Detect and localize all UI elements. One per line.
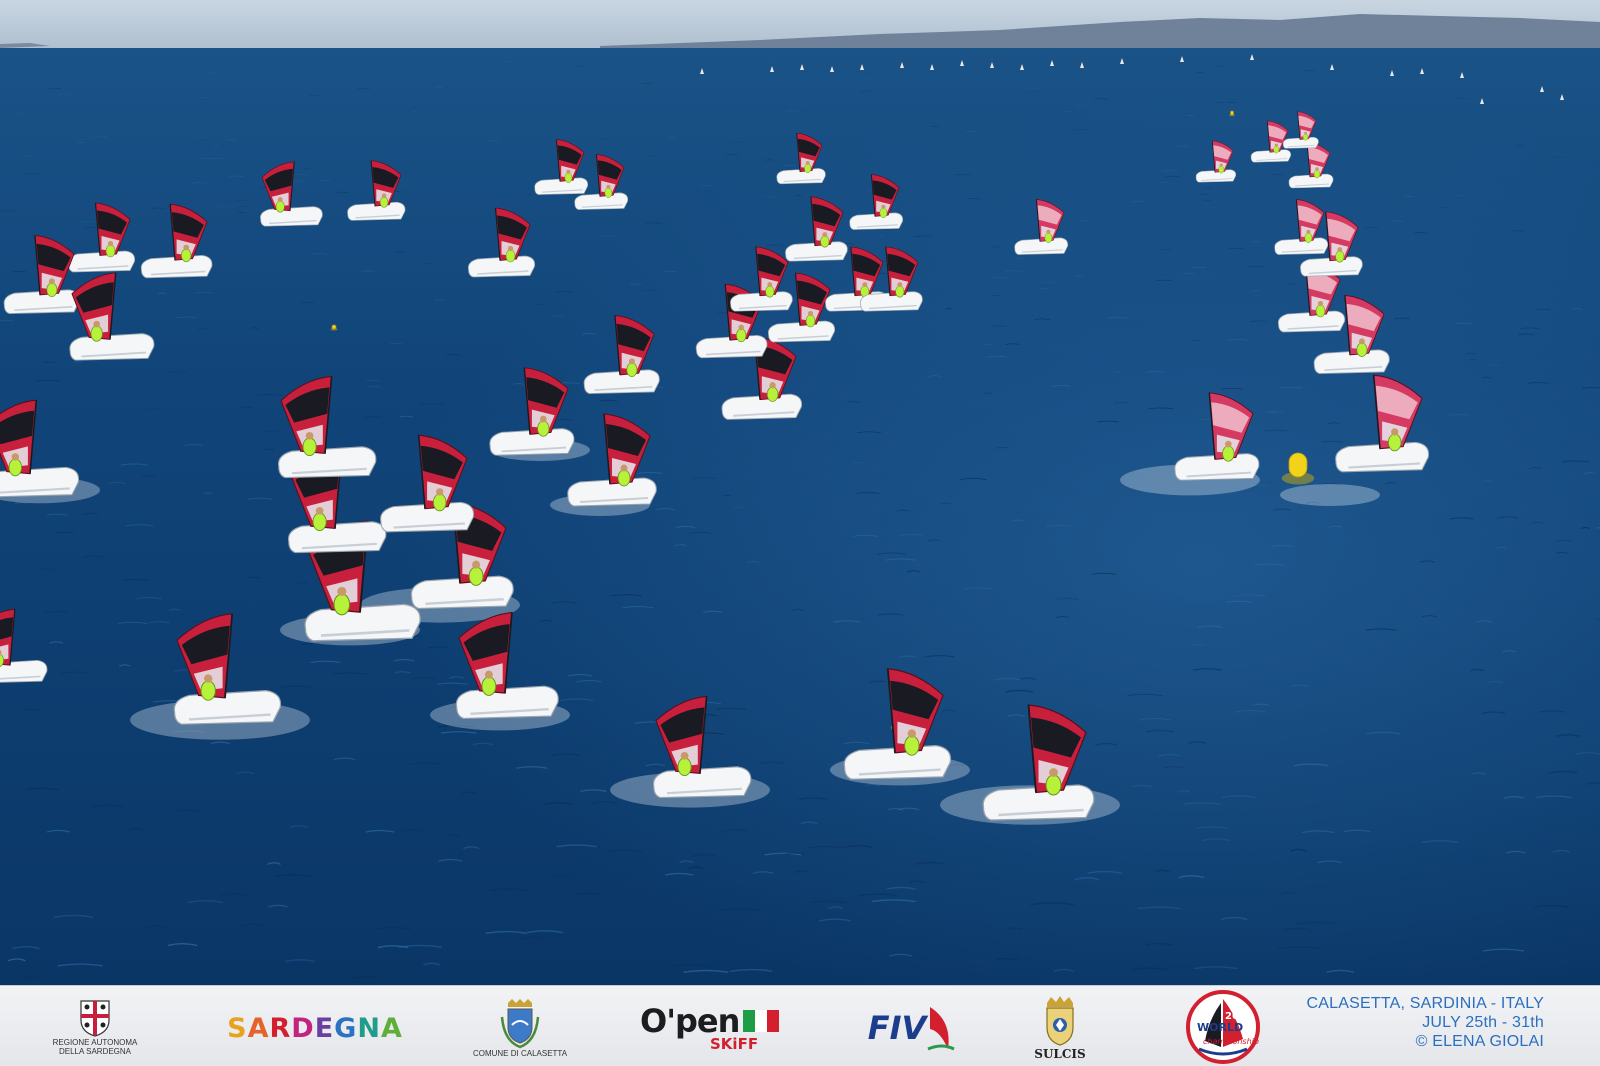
sailor bbox=[505, 249, 516, 263]
photo-frame: REGIONE AUTONOMA DELLA SARDEGNA SARDEGNA… bbox=[0, 0, 1600, 1066]
sailor bbox=[1222, 445, 1235, 462]
sailor bbox=[895, 285, 905, 298]
fiv-wordmark: FIV bbox=[867, 1009, 927, 1047]
sailor bbox=[432, 493, 447, 512]
sailor bbox=[181, 248, 192, 263]
italian-flag-icon bbox=[743, 1010, 780, 1032]
sailor bbox=[537, 420, 550, 437]
sailor bbox=[736, 328, 747, 343]
wake-foam bbox=[1280, 484, 1380, 506]
sailor bbox=[904, 735, 920, 756]
coat-of-arms-icon bbox=[80, 1000, 110, 1037]
sailor bbox=[604, 187, 613, 198]
sailor bbox=[617, 469, 631, 487]
sailor bbox=[1335, 250, 1345, 263]
sardegna-wordmark: SARDEGNA bbox=[227, 1013, 403, 1044]
sailor bbox=[1303, 133, 1309, 141]
sailor bbox=[1304, 232, 1313, 243]
sailor bbox=[481, 676, 497, 696]
sailor bbox=[564, 172, 573, 183]
open-skiff-logo: O'pen SKiFF bbox=[640, 1000, 790, 1056]
sailor bbox=[766, 386, 779, 402]
sardegna-letter: G bbox=[334, 1012, 358, 1044]
sailor bbox=[8, 458, 23, 477]
championship-badge-icon: WORLD 2026 championship bbox=[1186, 990, 1260, 1064]
sailor bbox=[879, 207, 888, 218]
sailor bbox=[468, 566, 484, 586]
sardegna-letter: A bbox=[380, 1012, 403, 1044]
sailor bbox=[1273, 145, 1280, 154]
municipal-crest-icon bbox=[500, 998, 540, 1048]
comune-label: COMUNE DI CALASETTA bbox=[472, 1048, 568, 1058]
photo-credit: © ELENA GIOLAI bbox=[1415, 1033, 1544, 1050]
sailor bbox=[275, 200, 285, 213]
event-dates: JULY 25th - 31th bbox=[1422, 1014, 1544, 1031]
fiv-logo: FIV bbox=[862, 1000, 962, 1056]
buoy bbox=[331, 324, 337, 330]
sailor bbox=[379, 196, 389, 208]
regatta-photo bbox=[0, 0, 1600, 985]
sailor bbox=[46, 282, 58, 297]
sardegna-letter: A bbox=[247, 1012, 270, 1044]
world-year: 2026 bbox=[1225, 1011, 1253, 1022]
sardegna-letter: E bbox=[314, 1012, 335, 1044]
buoy bbox=[1288, 452, 1308, 478]
sailor bbox=[200, 680, 216, 701]
sailor bbox=[1313, 169, 1321, 179]
sea-light bbox=[0, 48, 1600, 985]
sailor bbox=[302, 437, 317, 457]
sardegna-letter: N bbox=[357, 1012, 381, 1044]
sailor bbox=[626, 362, 638, 377]
sailor bbox=[1315, 304, 1326, 318]
world-sub: championship bbox=[1203, 1037, 1259, 1046]
sailor bbox=[765, 285, 775, 298]
sponsor-bar: REGIONE AUTONOMA DELLA SARDEGNA SARDEGNA… bbox=[0, 985, 1600, 1066]
sailor bbox=[805, 314, 816, 328]
sailor bbox=[820, 235, 830, 248]
sailor bbox=[105, 244, 116, 258]
sulcis-logo: SULCIS bbox=[1025, 990, 1095, 1066]
sailor bbox=[1045, 774, 1062, 796]
sailor bbox=[1044, 232, 1053, 243]
world-text: WORLD bbox=[1197, 1021, 1243, 1034]
event-location: CALASETTA, SARDINIA - ITALY bbox=[1306, 995, 1544, 1012]
world-championship-logo: WORLD 2026 championship bbox=[1183, 989, 1263, 1065]
regione-sardegna-logo: REGIONE AUTONOMA DELLA SARDEGNA bbox=[40, 990, 150, 1064]
sailor bbox=[1356, 342, 1368, 357]
skiff-wordmark: SKiFF bbox=[710, 1035, 759, 1053]
sailor bbox=[1218, 165, 1225, 174]
sailor bbox=[677, 757, 692, 777]
buoy bbox=[1230, 110, 1234, 116]
sulcis-wordmark: SULCIS bbox=[1034, 1047, 1086, 1061]
sail-swoosh-icon bbox=[927, 1007, 955, 1051]
event-info: CALASETTA, SARDINIA - ITALY JULY 25th - … bbox=[1307, 994, 1544, 1051]
regione-line2: DELLA SARDEGNA bbox=[58, 1047, 132, 1056]
sailor bbox=[1387, 433, 1402, 452]
sardegna-letter: R bbox=[269, 1012, 292, 1044]
sardegna-letter: D bbox=[291, 1012, 315, 1044]
sailor bbox=[804, 163, 812, 174]
sardegna-logo: SARDEGNA bbox=[220, 1008, 410, 1048]
sardegna-letter: S bbox=[227, 1012, 248, 1044]
sulcis-crest-icon bbox=[1046, 996, 1074, 1046]
comune-calasetta-logo: COMUNE DI CALASETTA bbox=[470, 990, 570, 1064]
open-wordmark: O'pen bbox=[640, 1002, 740, 1040]
sailor bbox=[312, 512, 327, 532]
sailor bbox=[90, 325, 103, 342]
sailor bbox=[333, 593, 351, 616]
regione-line1: REGIONE AUTONOMA bbox=[52, 1038, 138, 1047]
